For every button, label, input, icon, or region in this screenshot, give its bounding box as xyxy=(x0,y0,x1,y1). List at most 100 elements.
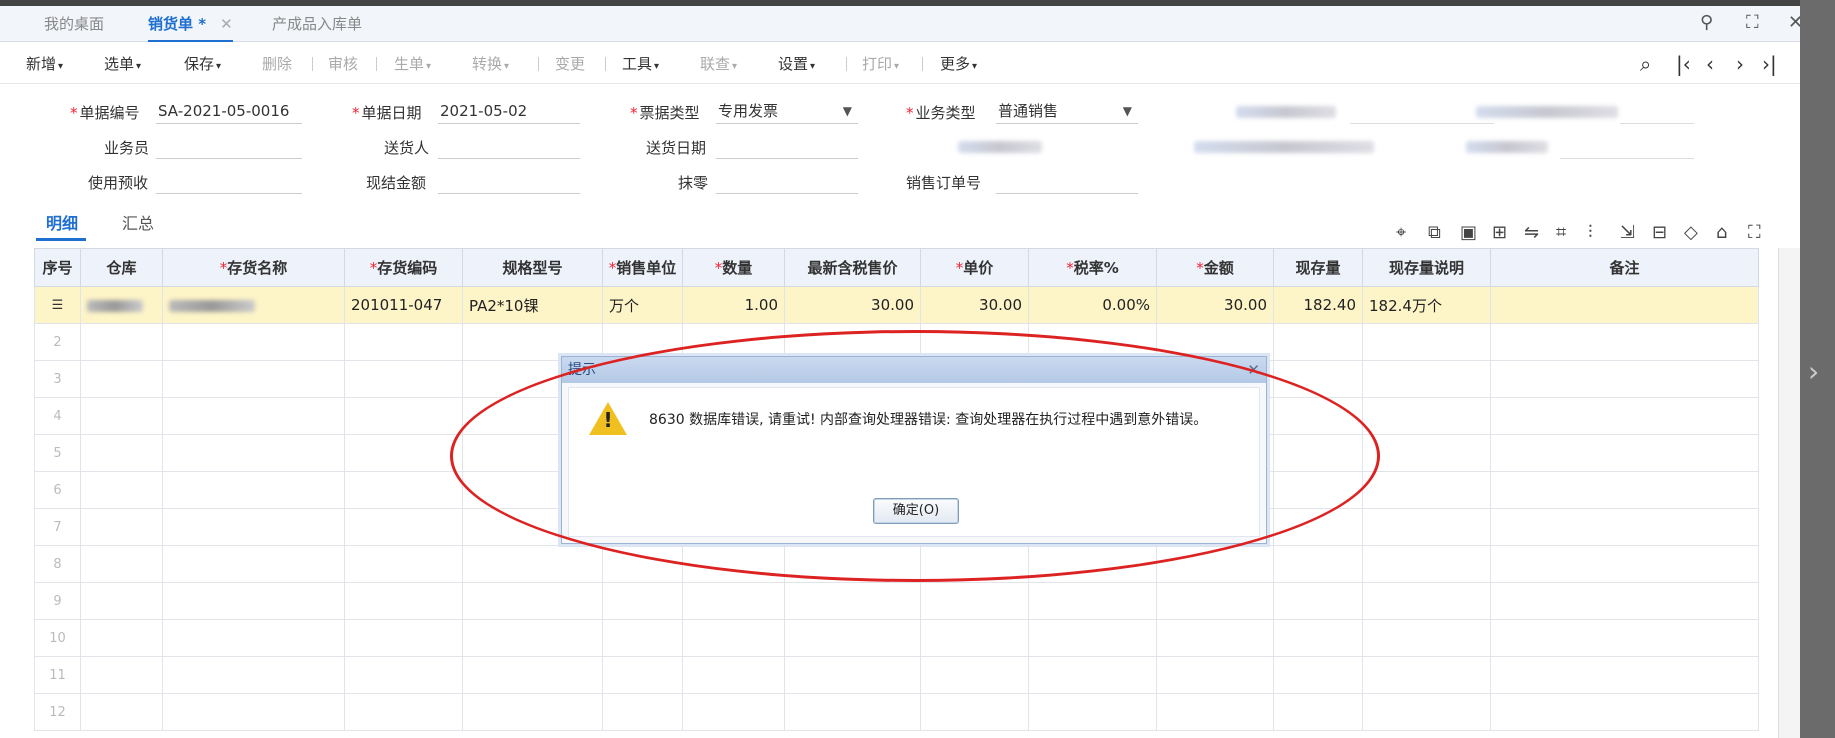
grid-cell[interactable] xyxy=(1490,397,1759,435)
grid-cell[interactable] xyxy=(1273,434,1363,472)
paste-icon[interactable]: ▣ xyxy=(1460,222,1477,243)
unit-price-cell[interactable]: 30.00 xyxy=(920,286,1029,324)
delivery-date-field[interactable] xyxy=(716,135,858,159)
grid-cell[interactable] xyxy=(162,582,345,620)
grid-cell[interactable] xyxy=(784,545,921,583)
grid-cell[interactable] xyxy=(1362,619,1491,657)
grid-cell[interactable] xyxy=(344,545,463,583)
grid-cell[interactable] xyxy=(682,656,785,694)
so-no-field[interactable] xyxy=(996,170,1138,194)
col-header[interactable]: *单价 xyxy=(920,248,1029,287)
redacted-field[interactable] xyxy=(1560,135,1694,159)
settings-button[interactable]: 设置 ▾ xyxy=(778,44,815,84)
grid-cell[interactable] xyxy=(602,619,683,657)
grid-cell[interactable] xyxy=(602,656,683,694)
grid-cell[interactable] xyxy=(162,323,345,361)
grid-cell[interactable] xyxy=(920,582,1029,620)
grid-cell[interactable] xyxy=(1028,656,1157,694)
col-header[interactable]: *数量 xyxy=(682,248,785,287)
last-record-icon[interactable]: ›| xyxy=(1762,52,1777,76)
grid-cell[interactable] xyxy=(920,323,1029,361)
redacted-field[interactable] xyxy=(1350,100,1494,124)
grid-cell[interactable] xyxy=(80,545,163,583)
grid-cell[interactable] xyxy=(1028,619,1157,657)
biz-type-select[interactable]: 普通销售 ▼ xyxy=(996,100,1138,124)
warehouse-cell[interactable] xyxy=(80,286,163,324)
grid-cell[interactable] xyxy=(1362,323,1491,361)
grid-cell[interactable] xyxy=(1362,582,1491,620)
grid-cell[interactable] xyxy=(1362,508,1491,546)
row-number[interactable]: 3 xyxy=(34,360,81,398)
row-number[interactable]: 9 xyxy=(34,582,81,620)
query-button[interactable]: 联查 ▾ xyxy=(700,44,737,84)
spec-cell[interactable]: PA2*10锞 xyxy=(462,286,603,324)
grid-cell[interactable] xyxy=(1273,360,1363,398)
col-header[interactable]: 仓库 xyxy=(80,248,163,287)
grid-cell[interactable] xyxy=(1362,397,1491,435)
tab-sales-delivery[interactable]: 销货单 * ✕ xyxy=(148,6,233,42)
grid-cell[interactable] xyxy=(1362,656,1491,694)
grid-cell[interactable] xyxy=(1156,656,1274,694)
grid-cell[interactable] xyxy=(1490,434,1759,472)
item-code-cell[interactable]: 201011-047 xyxy=(344,286,463,324)
grid-cell[interactable] xyxy=(682,323,785,361)
grid-cell[interactable] xyxy=(1362,545,1491,583)
deliverer-field[interactable] xyxy=(438,135,580,159)
grid-cell[interactable] xyxy=(1156,545,1274,583)
locate-icon[interactable]: ⌕ xyxy=(1640,52,1651,76)
grid-cell[interactable] xyxy=(344,508,463,546)
tools-button[interactable]: 工具 ▾ xyxy=(622,44,659,84)
search-icon[interactable]: ⚲ xyxy=(1700,12,1713,33)
grid-cell[interactable] xyxy=(1156,323,1274,361)
row-number[interactable]: 4 xyxy=(34,397,81,435)
grid-cell[interactable] xyxy=(462,619,603,657)
grid-cell[interactable] xyxy=(1273,545,1363,583)
grid-cell[interactable] xyxy=(784,619,921,657)
grid-cell[interactable] xyxy=(1028,582,1157,620)
row-action-icon[interactable]: ☰ xyxy=(34,286,81,324)
grid-cell[interactable] xyxy=(80,508,163,546)
split-icon[interactable]: ⊟ xyxy=(1652,222,1667,243)
grid-cell[interactable] xyxy=(1362,471,1491,509)
grid-cell[interactable] xyxy=(602,545,683,583)
grid-cell[interactable] xyxy=(344,471,463,509)
grid-cell[interactable] xyxy=(682,545,785,583)
print-button[interactable]: 打印 ▾ xyxy=(862,44,899,84)
more-button[interactable]: 更多 ▾ xyxy=(940,44,977,84)
grid-cell[interactable] xyxy=(162,545,345,583)
grid-cell[interactable] xyxy=(1273,471,1363,509)
grid-cell[interactable] xyxy=(462,323,603,361)
col-header[interactable]: *税率% xyxy=(1028,248,1157,287)
grid-cell[interactable] xyxy=(1273,508,1363,546)
grid-cell[interactable] xyxy=(1273,582,1363,620)
grid-cell[interactable] xyxy=(1490,619,1759,657)
grid-cell[interactable] xyxy=(602,323,683,361)
grid-cell[interactable] xyxy=(162,360,345,398)
convert-button[interactable]: 转换 ▾ xyxy=(472,44,509,84)
grid-cell[interactable] xyxy=(602,693,683,731)
grid-cell[interactable] xyxy=(1156,582,1274,620)
grid-cell[interactable] xyxy=(602,582,683,620)
row-number[interactable]: 6 xyxy=(34,471,81,509)
home-icon[interactable]: ⌂ xyxy=(1716,222,1727,243)
col-header[interactable]: *金额 xyxy=(1156,248,1274,287)
table-row[interactable]: 12 xyxy=(34,693,1759,731)
copy-row-icon[interactable]: ⧉ xyxy=(1428,222,1441,243)
grid-cell[interactable] xyxy=(344,582,463,620)
chart-icon[interactable]: ⫶ xyxy=(1588,222,1593,243)
invoice-type-select[interactable]: 专用发票 ▼ xyxy=(716,100,858,124)
grid-cell[interactable] xyxy=(1362,434,1491,472)
grid-cell[interactable] xyxy=(1028,545,1157,583)
grid-cell[interactable] xyxy=(80,323,163,361)
grid-cell[interactable] xyxy=(80,360,163,398)
grid-cell[interactable] xyxy=(162,693,345,731)
row-number[interactable]: 11 xyxy=(34,656,81,694)
delete-button[interactable]: 删除 xyxy=(262,44,292,84)
grid-cell[interactable] xyxy=(80,471,163,509)
grid-cell[interactable] xyxy=(1273,619,1363,657)
tab-summary[interactable]: 汇总 xyxy=(122,210,154,234)
ok-button[interactable]: 确定(O) xyxy=(873,498,959,524)
grid-cell[interactable] xyxy=(1490,360,1759,398)
grid-cell[interactable] xyxy=(920,619,1029,657)
save-button[interactable]: 保存 ▾ xyxy=(184,44,221,84)
